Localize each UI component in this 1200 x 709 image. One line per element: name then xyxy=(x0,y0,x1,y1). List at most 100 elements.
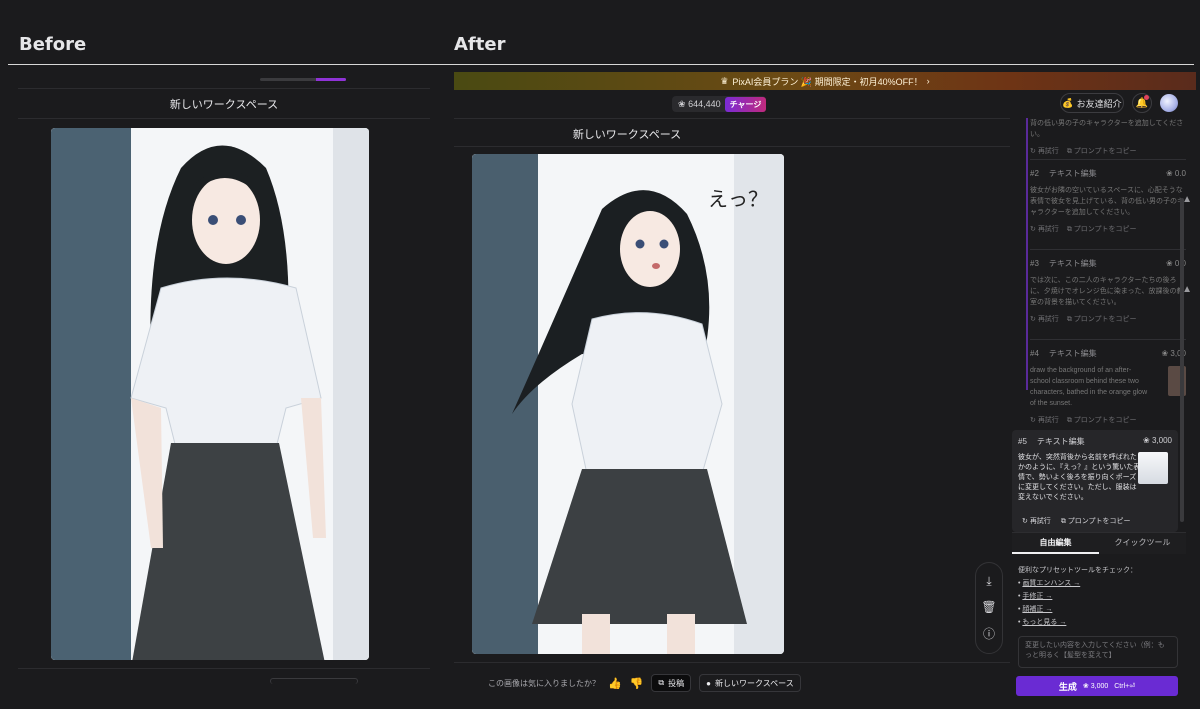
notification-dot xyxy=(1144,95,1149,100)
girl-illustration-after: えっ？ xyxy=(472,154,784,654)
comparison-root: Before After 新しいワークスペース ♛ PixAI会員プラン 🎉 期… xyxy=(0,0,1200,709)
divider xyxy=(18,668,430,669)
history-thumbnail[interactable] xyxy=(1138,452,1168,484)
history-number: #2 xyxy=(1030,169,1039,178)
tab-quick-tools[interactable]: クイックツール xyxy=(1099,533,1186,554)
history-number: #4 xyxy=(1030,349,1039,358)
divider xyxy=(1030,339,1186,340)
preset-tips: 便利なプリセットツールをチェック： • 画質エンハンス → • 手修正 → • … xyxy=(1018,564,1182,629)
invite-friends-button[interactable]: 💰 お友達紹介 xyxy=(1060,93,1124,113)
header-divider xyxy=(8,64,1194,65)
shortcut-hint: Ctrl+⏎ xyxy=(1114,683,1136,690)
divider xyxy=(1030,159,1186,160)
generate-label: 生成 xyxy=(1058,681,1077,692)
prompt-input[interactable]: 変更したい内容を入力してください（例：もっと明るく【髪型を変えて】 xyxy=(1018,636,1178,668)
thumbs-up-icon[interactable]: 👍 xyxy=(608,677,622,690)
divider xyxy=(454,118,1010,119)
tips-intro: 便利なプリセットツールをチェック： xyxy=(1018,567,1137,574)
top-bar: ❀ 644,440 チャージ 💰 お友達紹介 🔔 xyxy=(454,90,1196,118)
history-text: 彼女が、突然背後から名前を呼ばれたかのように、『えっ？』という驚いた表情で、勢い… xyxy=(1018,454,1141,501)
divider xyxy=(18,88,430,89)
history-text: draw the background of an after-school c… xyxy=(1030,367,1148,407)
active-history-item[interactable]: #5 テキスト編集 ❀ 3,000 彼女が、突然背後から名前を呼ばれたかのように、『… xyxy=(1012,430,1178,532)
history-item[interactable]: #2 テキスト編集 ❀ 0.0 彼女がお隣の空いているスペースに、心配そうな表情で彼… xyxy=(1030,168,1192,250)
charge-button[interactable]: チャージ xyxy=(724,96,767,112)
before-panel: 新しいワークスペース xyxy=(18,72,430,702)
post-button[interactable]: ⧉ 投稿 xyxy=(651,674,692,692)
chevron-right-icon: › xyxy=(926,76,930,86)
new-workspace-button[interactable]: ● 新しいワークスペース xyxy=(699,674,801,692)
timeline-line xyxy=(1026,118,1028,390)
link-more[interactable]: もっと見る → xyxy=(1022,619,1066,626)
info-icon[interactable]: ⓘ xyxy=(983,625,995,642)
girl-illustration-before xyxy=(51,128,369,660)
download-icon[interactable]: ⤓ xyxy=(986,574,991,589)
post-icon: ⧉ xyxy=(658,678,665,687)
history-text: では次に、この二人のキャラクターたちの後ろに、夕焼けでオレンジ色に染まった、放課… xyxy=(1030,277,1184,306)
divider xyxy=(454,662,1010,663)
history-text: 背の低い男の子のキャラクターを追加してください。 xyxy=(1030,120,1184,138)
promo-banner[interactable]: ♛ PixAI会員プラン 🎉 期間限定・初月40%OFF！ › xyxy=(454,72,1196,90)
history-number: #5 xyxy=(1018,437,1027,446)
link-face-fix[interactable]: 顔補正 → xyxy=(1022,606,1052,613)
progress-bar xyxy=(260,78,346,81)
feedback-bar: この画像は気に入りましたか？ 👍 👎 ⧉ 投稿 ● 新しいワークスペース xyxy=(488,674,801,692)
history-item[interactable]: 背の低い男の子のキャラクターを追加してください。 ↻ 再試行 ⧉ プロンプトをコピ… xyxy=(1030,118,1186,160)
trash-icon[interactable]: 🗑 xyxy=(981,600,996,614)
link-hand-fix[interactable]: 手修正 → xyxy=(1022,593,1052,600)
money-bag-icon: 💰 xyxy=(1062,97,1074,108)
before-label: Before xyxy=(19,34,87,55)
promo-text: PixAI会員プラン 🎉 期間限定・初月40%OFF！ xyxy=(732,76,923,87)
divider xyxy=(454,146,1010,147)
edit-tabs: 自由編集 クイックツール xyxy=(1012,532,1186,554)
history-item[interactable]: #3 テキスト編集 ❀ 0.0 では次に、この二人のキャラクターたちの後ろに、夕焼け… xyxy=(1030,258,1192,340)
history-cost: ❀ 3,000 xyxy=(1143,436,1172,445)
copy-prompt-button[interactable]: ⧉ プロンプトをコピー xyxy=(1067,146,1137,157)
credit-balance[interactable]: ❀ 644,440 チャージ xyxy=(672,96,767,112)
history-title: テキスト編集 xyxy=(1036,437,1085,446)
workspace-title: 新しいワークスペース xyxy=(169,99,279,111)
copy-prompt-button[interactable]: ⧉ プロンプトをコピー xyxy=(1067,224,1137,235)
copy-prompt-button[interactable]: ⧉ プロンプトをコピー xyxy=(1061,516,1131,526)
tab-free-edit[interactable]: 自由編集 xyxy=(1012,533,1099,554)
avatar[interactable] xyxy=(1160,94,1178,112)
generate-button[interactable]: 生成 ❀ 3,000 Ctrl+⏎ xyxy=(1016,676,1178,696)
copy-prompt-button[interactable]: ⧉ プロンプトをコピー xyxy=(1067,415,1137,426)
generated-image[interactable] xyxy=(51,128,369,660)
history-panel: 背の低い男の子のキャラクターを追加してください。 ↻ 再試行 ⧉ プロンプトをコピ… xyxy=(1012,118,1192,709)
chat-icon: ● xyxy=(706,678,711,688)
after-label: After xyxy=(454,34,506,55)
retry-button[interactable]: ↻ 再試行 xyxy=(1030,146,1059,157)
history-item[interactable]: #4 テキスト編集 ❀ 3,00 draw the background of an… xyxy=(1030,348,1186,424)
divider xyxy=(1030,249,1186,250)
thumbs-down-icon[interactable]: 👎 xyxy=(630,677,644,690)
generate-cost: ❀ 3,000 xyxy=(1082,683,1109,690)
image-tools: ⤓ 🗑 ⓘ xyxy=(975,562,1003,654)
divider xyxy=(18,118,430,119)
credit-icon: ❀ xyxy=(678,98,686,109)
progress-fill xyxy=(315,78,346,81)
crown-icon: ♛ xyxy=(720,75,729,86)
copy-prompt-button[interactable]: ⧉ プロンプトをコピー xyxy=(1067,314,1137,325)
feedback-question: この画像は気に入りましたか？ xyxy=(488,678,600,688)
credit-amount: 644,440 xyxy=(688,98,721,109)
workspace-title: 新しいワークスペース xyxy=(572,129,682,141)
history-title: テキスト編集 xyxy=(1048,169,1097,178)
link-enhance[interactable]: 画質エンハンス → xyxy=(1022,580,1080,587)
after-panel: ♛ PixAI会員プラン 🎉 期間限定・初月40%OFF！ › ❀ 644,44… xyxy=(454,72,1196,709)
scrollbar[interactable] xyxy=(1180,198,1184,522)
generated-image[interactable]: えっ？ xyxy=(472,154,784,654)
retry-button[interactable]: ↻ 再試行 xyxy=(1030,224,1059,235)
notifications-button[interactable]: 🔔 xyxy=(1132,93,1152,113)
new-workspace-label: 新しいワークスペース xyxy=(714,678,794,688)
retry-button[interactable]: ↻ 再試行 xyxy=(1030,314,1059,325)
speech-text: えっ？ xyxy=(708,187,768,211)
history-title: テキスト編集 xyxy=(1048,349,1097,358)
retry-button[interactable]: ↻ 再試行 xyxy=(1022,516,1051,526)
invite-label: お友達紹介 xyxy=(1076,98,1122,109)
bottom-pill xyxy=(270,678,358,684)
history-text: 彼女がお隣の空いているスペースに、心配そうな表情で彼女を見上げている、背の低い男… xyxy=(1030,187,1184,216)
post-label: 投稿 xyxy=(668,678,685,688)
history-number: #3 xyxy=(1030,259,1039,268)
retry-button[interactable]: ↻ 再試行 xyxy=(1030,415,1059,426)
